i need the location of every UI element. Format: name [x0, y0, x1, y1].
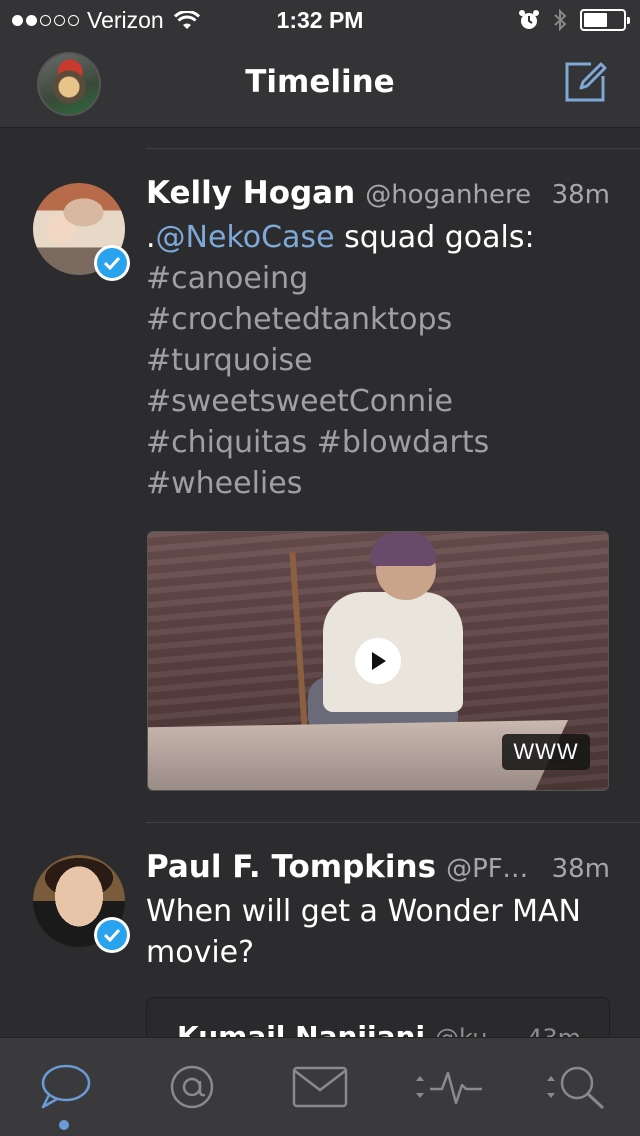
hashtag-link[interactable]: #canoeing — [146, 261, 308, 296]
tab-messages[interactable] — [256, 1038, 384, 1136]
tweet-text: .@NekoCase squad goals: #canoeing #croch… — [146, 217, 612, 504]
status-bar: Verizon 1:32 PM — [0, 0, 640, 40]
tweet-time: 38m — [551, 854, 610, 884]
tab-bar — [0, 1037, 640, 1136]
search-icon — [547, 1066, 605, 1110]
navigation-bar: Timeline — [0, 40, 640, 128]
hashtag-link[interactable]: #wheelies — [146, 466, 302, 501]
play-icon[interactable] — [355, 638, 401, 684]
tweet-time: 38m — [551, 180, 610, 210]
bluetooth-icon — [554, 8, 567, 32]
messages-icon — [292, 1066, 348, 1108]
quoted-tweet-time: 43m — [527, 1024, 581, 1037]
tab-timeline[interactable] — [0, 1038, 128, 1136]
author-name[interactable]: Kelly Hogan — [146, 175, 355, 211]
compose-icon[interactable] — [561, 58, 609, 106]
mentions-icon — [170, 1065, 214, 1109]
video-thumbnail[interactable]: WWW — [147, 531, 609, 791]
active-tab-indicator — [59, 1120, 69, 1130]
tweet-header: Kelly Hogan @hoganhere 38m — [146, 175, 610, 211]
battery-icon — [580, 9, 630, 31]
mention-link[interactable]: @NekoCase — [156, 220, 335, 255]
author-handle[interactable]: @PFTo… — [446, 854, 540, 884]
quoted-tweet-header: Kumail Nanjiani @kuma… 43m — [177, 1020, 581, 1037]
quoted-author-handle: @kuma… — [435, 1024, 517, 1037]
hashtag-link[interactable]: #chiquitas — [146, 425, 307, 460]
hashtag-link[interactable]: #turquoise — [146, 343, 313, 378]
quoted-author-name: Kumail Nanjiani — [177, 1020, 426, 1037]
page-title: Timeline — [245, 64, 395, 100]
tweet-item[interactable]: Kelly Hogan @hoganhere 38m .@NekoCase sq… — [0, 149, 640, 821]
hashtag-link[interactable]: #crochetedtanktops — [146, 302, 452, 337]
tweet-text-main: squad goals: — [334, 220, 535, 255]
quoted-tweet[interactable]: Kumail Nanjiani @kuma… 43m — [146, 997, 610, 1037]
verified-badge-icon — [94, 917, 130, 953]
hashtag-link[interactable]: #sweetsweetConnie — [146, 384, 453, 419]
tweet-header: Paul F. Tompkins @PFTo… 38m — [146, 849, 610, 885]
tab-mentions[interactable] — [128, 1038, 256, 1136]
tweet-item[interactable]: Paul F. Tompkins @PFTo… 38m When will ge… — [0, 823, 640, 1037]
status-right — [518, 8, 630, 32]
alarm-icon — [519, 10, 539, 29]
verified-badge-icon — [94, 245, 130, 281]
timeline-icon — [41, 1064, 91, 1109]
link-badge[interactable]: WWW — [502, 734, 590, 770]
author-handle[interactable]: @hoganhere — [365, 180, 539, 210]
tab-search[interactable] — [512, 1038, 640, 1136]
tweet-text: When will get a Wonder MAN movie? — [146, 894, 581, 970]
tab-activity[interactable] — [384, 1038, 512, 1136]
hashtag-link[interactable]: #blowdarts — [317, 425, 490, 460]
tweet-text-prefix: . — [146, 220, 156, 255]
author-name[interactable]: Paul F. Tompkins — [146, 849, 436, 885]
timeline-list[interactable]: Kelly Hogan @hoganhere 38m .@NekoCase sq… — [0, 129, 640, 1037]
activity-icon — [416, 1071, 482, 1105]
